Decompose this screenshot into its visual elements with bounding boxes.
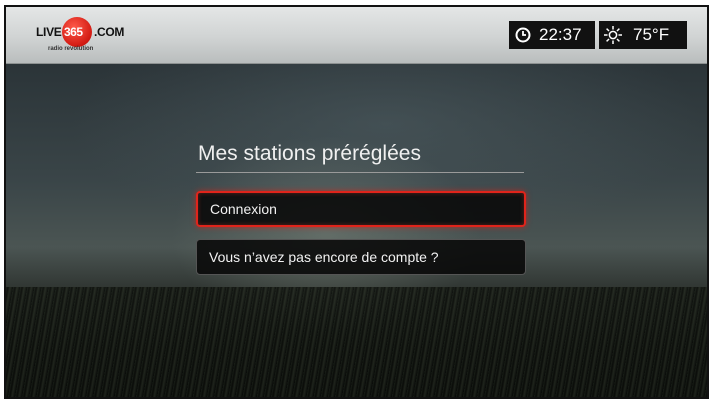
- page-header: Mes stations préréglées: [196, 141, 524, 173]
- login-button-label: Connexion: [210, 201, 277, 217]
- background-scene: Mes stations préréglées Connexion Vous n…: [6, 64, 707, 397]
- status-area: 22:37 75°F: [509, 21, 687, 49]
- grass-foreground: [6, 287, 707, 397]
- clock-time: 22:37: [539, 25, 582, 44]
- no-account-button-label: Vous n’avez pas encore de compte ?: [209, 249, 439, 265]
- logo-live-text: LIVE: [36, 25, 62, 39]
- login-button[interactable]: Connexion: [196, 191, 526, 227]
- logo-number-text: 365: [64, 25, 83, 39]
- weather-badge: 75°F: [599, 21, 687, 49]
- sun-icon: [604, 26, 622, 44]
- weather-temperature: 75°F: [633, 25, 670, 44]
- clock-icon: [515, 27, 531, 43]
- app-frame: LIVE 365 .COM radio revolution 22:37 75°…: [4, 5, 709, 399]
- page-title: Mes stations préréglées: [198, 142, 421, 165]
- clock-badge: 22:37: [509, 21, 595, 49]
- top-bar: LIVE 365 .COM radio revolution 22:37 75°…: [6, 7, 707, 64]
- logo-dotcom-text: .COM: [94, 25, 125, 39]
- logo-tagline: radio revolution: [48, 46, 94, 52]
- no-account-button[interactable]: Vous n’avez pas encore de compte ?: [196, 239, 526, 275]
- title-divider: [196, 172, 524, 173]
- live365-logo: LIVE 365 .COM radio revolution: [16, 15, 136, 57]
